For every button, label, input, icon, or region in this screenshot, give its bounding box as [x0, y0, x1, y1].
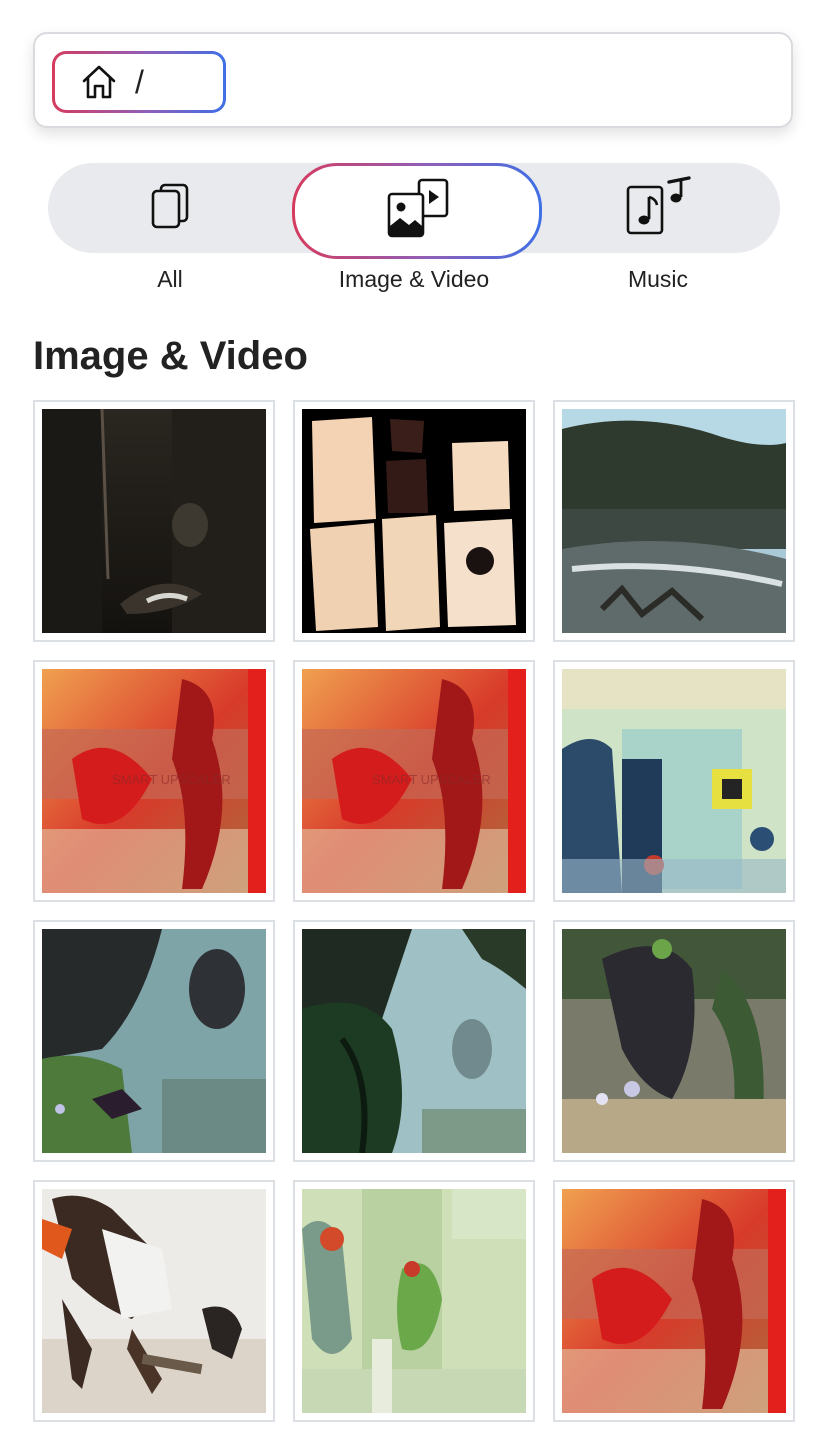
dark-interior-thumbnail: [42, 409, 266, 633]
gallery-item[interactable]: [553, 400, 795, 642]
pale-abstract-thumbnail: [302, 1189, 526, 1413]
red-abstract-thumbnail: [562, 1189, 786, 1413]
tab-all-label: All: [157, 266, 183, 292]
gallery-item[interactable]: [33, 1180, 275, 1422]
green-abstract-thumbnail: [42, 929, 266, 1153]
svg-text:SMART UPSCALER: SMART UPSCALER: [372, 772, 491, 787]
breadcrumb-separator: /: [135, 64, 144, 100]
tab-image-video-label: Image & Video: [338, 266, 490, 292]
red-abstract-thumbnail: SMART UPSCALER: [42, 669, 266, 893]
gallery-item[interactable]: [553, 660, 795, 902]
tab-all[interactable]: [48, 163, 292, 253]
gallery-item[interactable]: [293, 1180, 535, 1422]
gallery-item[interactable]: [293, 920, 535, 1162]
music-file-icon: [625, 175, 691, 242]
landscape-thumbnail: [562, 409, 786, 633]
breadcrumb-home-button[interactable]: /: [52, 51, 226, 113]
media-gallery: SMART UPSCALER SMART UPSCALER: [33, 400, 796, 1422]
figures-thumbnail: [42, 1189, 266, 1413]
gallery-item[interactable]: [33, 400, 275, 642]
home-icon: [81, 64, 117, 100]
green-abstract-thumbnail: [562, 929, 786, 1153]
colorful-abstract-thumbnail: [562, 669, 786, 893]
gallery-item[interactable]: SMART UPSCALER: [293, 660, 535, 902]
tab-music-label: Music: [627, 266, 689, 292]
paper-texture-thumbnail: [302, 409, 526, 633]
gallery-item[interactable]: SMART UPSCALER: [33, 660, 275, 902]
image-video-icon: [385, 178, 449, 245]
tab-image-video[interactable]: [292, 163, 542, 259]
green-abstract-thumbnail: [302, 929, 526, 1153]
gallery-item[interactable]: [553, 920, 795, 1162]
gallery-item[interactable]: [553, 1180, 795, 1422]
tab-music[interactable]: [536, 163, 780, 253]
documents-icon: [149, 182, 191, 235]
svg-text:SMART UPSCALER: SMART UPSCALER: [112, 772, 231, 787]
gallery-item[interactable]: [33, 920, 275, 1162]
red-abstract-thumbnail: SMART UPSCALER: [302, 669, 526, 893]
section-title: Image & Video: [33, 334, 308, 378]
gallery-item[interactable]: [293, 400, 535, 642]
breadcrumb: /: [33, 32, 793, 128]
